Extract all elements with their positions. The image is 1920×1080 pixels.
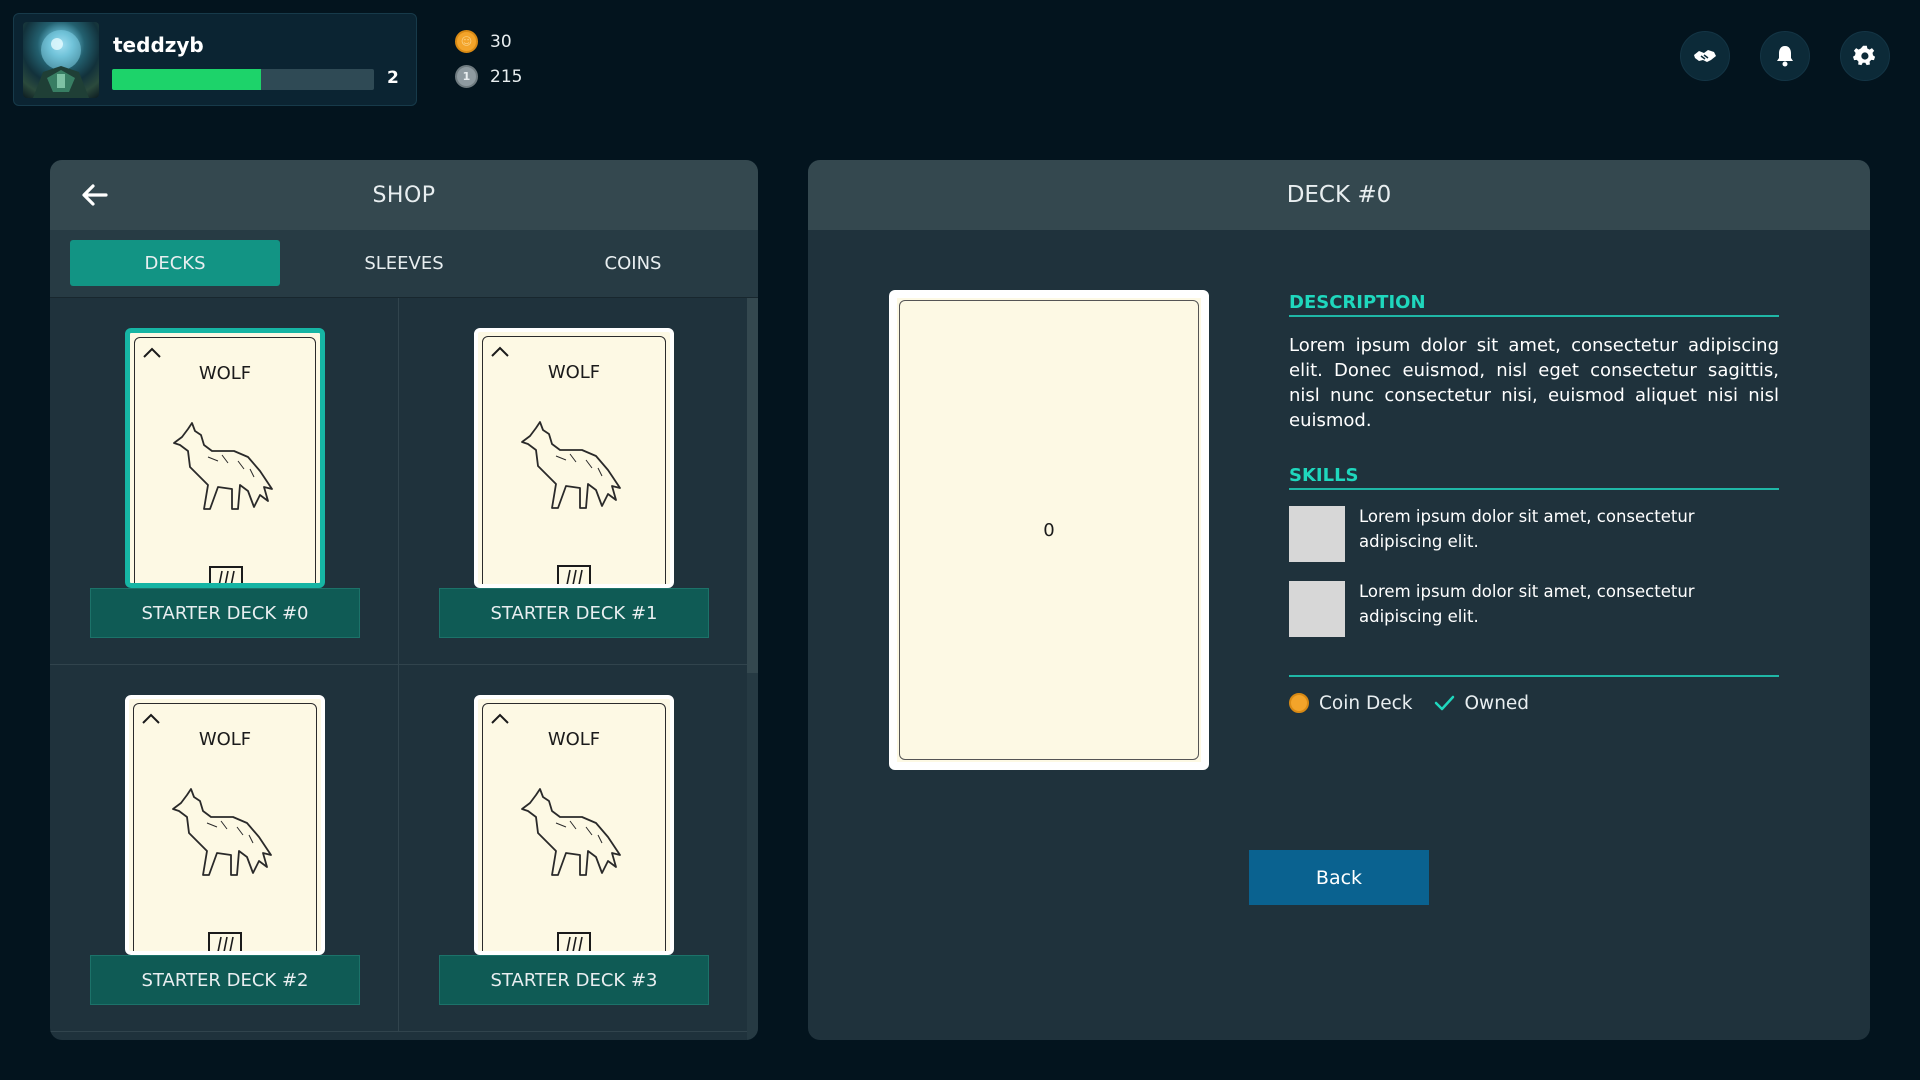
- claw-icon: [557, 932, 591, 951]
- handshake-icon: [1694, 50, 1716, 62]
- shop-tabs: DECKS SLEEVES COINS: [50, 230, 758, 298]
- card-title: WOLF: [547, 362, 601, 383]
- wolf-icon: [521, 788, 621, 876]
- gold-coin-icon: ☺: [455, 30, 478, 53]
- skill-item: Lorem ipsum dolor sit amet, consectetur …: [1289, 581, 1779, 637]
- deck-title: DECK #0: [1286, 182, 1392, 208]
- gem-icon: [490, 944, 516, 955]
- deck-item[interactable]: WOLF STARTER DECK #1: [399, 298, 748, 665]
- tab-decks[interactable]: DECKS: [70, 240, 280, 286]
- username: teddzyb: [113, 33, 204, 57]
- skill-item: Lorem ipsum dolor sit amet, consectetur …: [1289, 506, 1779, 562]
- deck-card[interactable]: WOLF: [125, 695, 325, 955]
- caret-up-icon: [491, 346, 509, 357]
- silver-amount: 215: [490, 66, 523, 87]
- deck-label[interactable]: STARTER DECK #3: [439, 955, 709, 1005]
- avatar: [23, 22, 99, 98]
- deck-tags: Coin Deck Owned: [1289, 692, 1779, 714]
- deck-card[interactable]: WOLF: [474, 328, 674, 588]
- deck-grid-scrollbar[interactable]: [747, 298, 758, 1040]
- back-arrow-icon[interactable]: [80, 180, 110, 210]
- bell-icon: [1777, 46, 1793, 67]
- notifications-button[interactable]: [1760, 31, 1810, 81]
- deck-info: DESCRIPTION Lorem ipsum dolor sit amet, …: [1289, 292, 1779, 714]
- deck-label[interactable]: STARTER DECK #2: [90, 955, 360, 1005]
- xp-progress-fill: [112, 69, 262, 90]
- deck-preview-card: 0: [889, 290, 1209, 770]
- shop-panel: SHOP DECKS SLEEVES COINS WOLF STARTER DE…: [50, 160, 758, 1040]
- tab-coins[interactable]: COINS: [528, 240, 738, 286]
- check-icon: [1434, 695, 1454, 711]
- shield-icon: [630, 577, 656, 588]
- skill-icon: [1289, 506, 1345, 562]
- tab-sleeves[interactable]: SLEEVES: [299, 240, 509, 286]
- skills-heading: SKILLS: [1289, 465, 1779, 490]
- shield-icon: [281, 944, 307, 955]
- caret-up-icon: [143, 347, 161, 358]
- caret-up-icon: [491, 713, 509, 724]
- avatar-image: [33, 30, 89, 98]
- deck-label[interactable]: STARTER DECK #0: [90, 588, 360, 638]
- skill-icon: [1289, 581, 1345, 637]
- wolf-icon: [172, 788, 272, 876]
- shop-header: SHOP: [50, 160, 758, 230]
- deck-item[interactable]: WOLF STARTER DECK #2: [50, 665, 399, 1032]
- coin-deck-tag: Coin Deck: [1319, 692, 1413, 714]
- caret-up-icon: [142, 713, 160, 724]
- deck-item[interactable]: WOLF STARTER DECK #3: [399, 665, 748, 1032]
- card-number: 0: [1043, 519, 1055, 541]
- card-frame: 0: [899, 300, 1199, 760]
- description-heading: DESCRIPTION: [1289, 292, 1779, 317]
- shop-title: SHOP: [372, 182, 436, 208]
- detail-header: DECK #0: [808, 160, 1870, 230]
- wolf-icon: [521, 421, 621, 509]
- settings-button[interactable]: [1840, 31, 1890, 81]
- card-title: WOLF: [198, 363, 252, 384]
- divider: [1289, 675, 1779, 677]
- gem-icon: [142, 578, 168, 588]
- coin-icon: [1289, 693, 1309, 713]
- gem-icon: [490, 577, 516, 588]
- description-text: Lorem ipsum dolor sit amet, consectetur …: [1289, 335, 1779, 431]
- shield-icon: [630, 944, 656, 955]
- skill-text: Lorem ipsum dolor sit amet, consectetur …: [1359, 582, 1695, 626]
- gear-icon: [1853, 45, 1876, 66]
- deck-card[interactable]: WOLF: [474, 695, 674, 955]
- gem-icon: [141, 944, 167, 955]
- gold-currency: ☺ 30: [455, 30, 512, 53]
- player-level: 2: [387, 68, 399, 88]
- card-title: WOLF: [198, 729, 252, 750]
- deck-item[interactable]: WOLF STARTER DECK #0: [50, 298, 399, 665]
- back-button[interactable]: Back: [1249, 850, 1429, 905]
- silver-coin-icon: 1: [455, 65, 478, 88]
- xp-progress-bar: [112, 69, 374, 90]
- claw-icon: [208, 932, 242, 951]
- gold-amount: 30: [490, 31, 512, 52]
- player-profile-card[interactable]: teddzyb 2: [13, 13, 417, 106]
- card-title: WOLF: [547, 729, 601, 750]
- claw-icon: [209, 566, 243, 583]
- deck-card[interactable]: WOLF: [125, 328, 325, 588]
- skill-text: Lorem ipsum dolor sit amet, consectetur …: [1359, 507, 1695, 551]
- scrollbar-thumb[interactable]: [747, 298, 758, 673]
- wolf-icon: [173, 422, 273, 510]
- shield-icon: [280, 578, 306, 588]
- deck-label[interactable]: STARTER DECK #1: [439, 588, 709, 638]
- owned-tag: Owned: [1464, 692, 1530, 714]
- trade-button[interactable]: [1680, 31, 1730, 81]
- deck-detail-panel: DECK #0 0 DESCRIPTION Lorem ipsum dolor …: [808, 160, 1870, 1040]
- silver-currency: 1 215: [455, 65, 522, 88]
- deck-grid: WOLF STARTER DECK #0 WOLF STARTER DECK #…: [50, 298, 748, 1040]
- claw-icon: [557, 565, 591, 584]
